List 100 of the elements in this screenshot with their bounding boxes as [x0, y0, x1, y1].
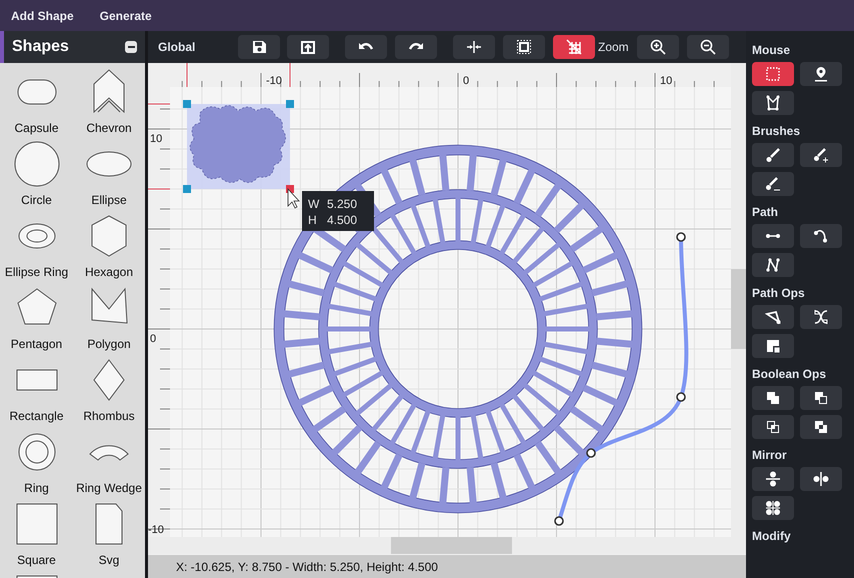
section-title: Path Ops	[752, 286, 806, 300]
brush-plus-icon	[813, 147, 829, 163]
shape-label[interactable]: Square	[17, 553, 56, 567]
shape-label[interactable]: Hexagon	[84, 265, 134, 279]
steps-icon	[765, 338, 781, 354]
line-tool-button[interactable]	[752, 224, 794, 248]
horizontal-scrollbar[interactable]	[148, 537, 746, 554]
circle-shape-icon[interactable]	[12, 140, 62, 188]
undo-button[interactable]	[345, 35, 387, 59]
shape-label[interactable]: Capsule	[14, 121, 59, 135]
section-title: Modify	[752, 529, 792, 543]
mirror-quad-icon	[765, 500, 781, 516]
subtract-icon	[813, 390, 829, 406]
shape-label[interactable]: Svg	[98, 553, 120, 567]
poly-select-tool-button[interactable]	[752, 91, 794, 115]
shape-label[interactable]: Rectangle	[9, 409, 64, 423]
frame-button[interactable]	[503, 35, 545, 59]
curve-tool-button[interactable]	[800, 224, 842, 248]
section-title: Path	[752, 205, 780, 219]
shape-label[interactable]: Polygon	[87, 337, 131, 351]
tooltip-value: 5.250	[327, 197, 358, 211]
intersect-tool-button[interactable]	[752, 415, 794, 439]
section-title: Boolean Ops	[752, 367, 828, 381]
brush-minus-icon	[765, 176, 781, 192]
cursor-icon	[288, 188, 300, 209]
mirror-v-tool-button[interactable]	[800, 467, 842, 491]
mirror-h-tool-button[interactable]	[752, 467, 794, 491]
shape-label[interactable]: Ring Wedge	[76, 481, 142, 495]
mirror-button[interactable]	[453, 35, 495, 59]
ruler-label: 10	[150, 133, 162, 145]
shape-label[interactable]: Pentagon	[10, 337, 62, 351]
arrows-inward-icon	[466, 39, 482, 55]
grid-crossed-icon	[566, 39, 582, 55]
tooltip-label: W	[308, 197, 320, 211]
save-button[interactable]	[238, 35, 280, 59]
dotted-frame-icon	[516, 39, 532, 55]
dotted-rectangle-icon	[765, 66, 781, 82]
mirror-quad-tool-button[interactable]	[752, 496, 794, 520]
resize-handle[interactable]	[183, 185, 191, 193]
shape-label[interactable]: Ring	[24, 481, 49, 495]
curve-path[interactable]	[554, 232, 688, 526]
brush-add-tool-button[interactable]	[800, 143, 842, 167]
subtract-tool-button[interactable]	[800, 386, 842, 410]
mirror-vertical-icon	[813, 471, 829, 487]
polyline-tool-button[interactable]	[752, 253, 794, 277]
zigzag-path-icon	[765, 257, 781, 273]
shape-label[interactable]: Ellipse Ring	[4, 265, 68, 279]
tooltip-value: 4.500	[327, 213, 358, 227]
status-text: X: -10.625, Y: 8.750 - Width: 5.250, Height: 4.500	[176, 560, 438, 574]
menu-item[interactable]: Add Shape	[11, 8, 74, 22]
ruler-label: 0	[150, 333, 156, 345]
mirror-horizontal-icon	[765, 471, 781, 487]
curve-icon	[813, 228, 829, 244]
section-title: Mirror	[752, 448, 788, 462]
zoom-out-button[interactable]	[686, 35, 729, 59]
resize-handle[interactable]	[286, 100, 294, 108]
zoom-label: Zoom	[598, 40, 629, 54]
union-icon	[765, 390, 781, 406]
shape-label[interactable]: Chevron	[86, 121, 132, 135]
brush-icon	[765, 147, 781, 163]
resize-handle[interactable]	[183, 100, 191, 108]
ruler-label: 10	[660, 75, 672, 87]
ruler-label: -10	[148, 524, 164, 536]
pin-tool-button[interactable]	[800, 62, 842, 86]
grid-off-button[interactable]	[553, 35, 595, 59]
collapse-icon[interactable]	[125, 41, 137, 53]
ruler-label: -10	[266, 75, 282, 87]
map-pin-icon	[813, 66, 829, 82]
exclude-tool-button[interactable]	[800, 415, 842, 439]
upload-icon	[300, 39, 316, 55]
redo-button[interactable]	[395, 35, 437, 59]
zoom-out-icon	[700, 39, 716, 55]
shape-label[interactable]: Rhombus	[83, 409, 135, 423]
select-rect-tool-button[interactable]	[752, 62, 794, 86]
brush-tool-button[interactable]	[752, 143, 794, 167]
triangle-path-icon	[765, 309, 781, 325]
section-title: Brushes	[752, 124, 802, 138]
polygon-nodes-icon	[765, 95, 781, 111]
exclude-icon	[813, 419, 829, 435]
tooltip-label: H	[308, 213, 317, 227]
zoom-in-button[interactable]	[636, 35, 679, 59]
menu-item[interactable]: Generate	[100, 8, 152, 22]
export-button[interactable]	[287, 35, 329, 59]
vertical-scrollbar[interactable]	[731, 63, 746, 537]
steps-tool-button[interactable]	[752, 334, 794, 358]
section-title: Mouse	[752, 43, 792, 57]
panel-title: Shapes	[12, 38, 69, 56]
union-tool-button[interactable]	[752, 386, 794, 410]
shape-label[interactable]: Ellipse	[91, 193, 127, 207]
ring-drawing[interactable]	[274, 144, 642, 514]
zoom-in-icon	[650, 39, 666, 55]
size-tooltip	[302, 191, 374, 231]
context-label: Global	[158, 40, 196, 54]
intersect-icon	[765, 419, 781, 435]
crossing-arrows-icon	[813, 309, 829, 325]
path-edit-tool-button[interactable]	[752, 305, 794, 329]
shape-label[interactable]: Circle	[21, 193, 52, 207]
cross-arrows-tool-button[interactable]	[800, 305, 842, 329]
ruler-label: 0	[463, 75, 470, 87]
brush-remove-tool-button[interactable]	[752, 172, 794, 196]
